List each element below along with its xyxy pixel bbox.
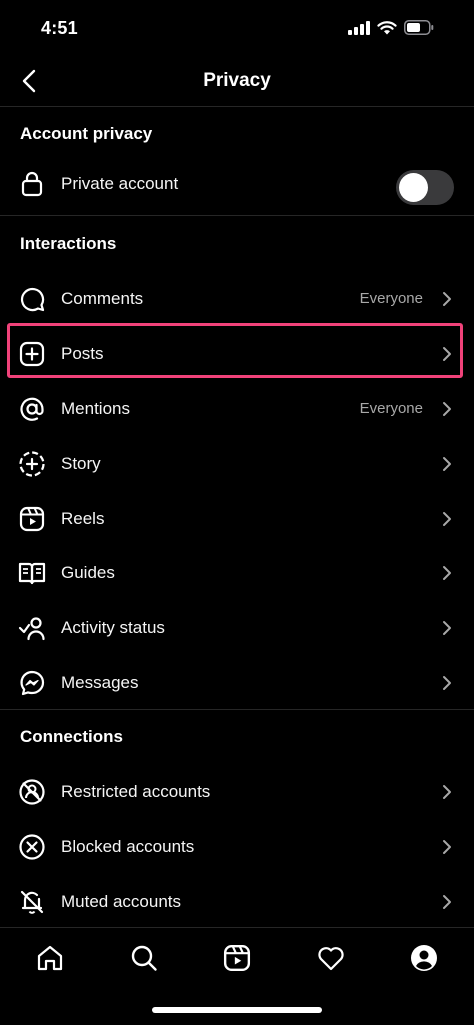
row-value: Everyone	[359, 290, 423, 307]
divider	[0, 106, 474, 107]
tab-reels[interactable]	[219, 940, 255, 976]
highlight-box	[7, 323, 463, 378]
row-label: Reels	[61, 508, 105, 528]
profile-icon	[411, 945, 437, 971]
status-time: 4:51	[41, 18, 78, 38]
chevron-right-icon	[441, 675, 453, 691]
chevron-right-icon	[441, 511, 453, 527]
battery-icon	[404, 20, 434, 35]
blocked-icon	[18, 833, 46, 861]
private-account-toggle[interactable]	[396, 170, 454, 205]
reels-icon	[18, 505, 46, 533]
row-story[interactable]: Story	[0, 436, 474, 491]
muted-icon	[18, 888, 46, 916]
wifi-icon	[377, 20, 397, 34]
row-activity-status[interactable]: Activity status	[0, 600, 474, 655]
nav-bar: Privacy	[0, 56, 474, 106]
story-icon	[18, 450, 46, 478]
reels-icon	[223, 944, 251, 972]
row-label: Messages	[61, 672, 139, 692]
messenger-icon	[18, 669, 46, 697]
status-icons	[348, 20, 434, 35]
lock-icon	[18, 170, 46, 198]
section-title-interactions: Interactions	[20, 234, 117, 253]
tab-home[interactable]	[32, 940, 68, 976]
row-label: Story	[61, 453, 101, 473]
row-muted-accounts[interactable]: Muted accounts	[0, 874, 474, 929]
chevron-right-icon	[441, 401, 453, 417]
row-restricted-accounts[interactable]: Restricted accounts	[0, 764, 474, 819]
heart-icon	[318, 947, 344, 971]
chevron-right-icon	[441, 291, 453, 307]
row-label: Activity status	[61, 617, 165, 637]
home-indicator	[152, 1007, 322, 1013]
chevron-right-icon	[441, 565, 453, 581]
row-comments[interactable]: Comments Everyone	[0, 271, 474, 326]
divider	[0, 215, 474, 216]
tab-search[interactable]	[126, 940, 162, 976]
chevron-right-icon	[441, 456, 453, 472]
chevron-right-icon	[441, 620, 453, 636]
cellular-signal-icon	[348, 20, 370, 35]
row-label: Mentions	[61, 398, 130, 418]
section-title-connections: Connections	[20, 727, 123, 746]
guides-icon	[18, 559, 46, 587]
row-label: Restricted accounts	[61, 781, 211, 801]
tab-activity[interactable]	[313, 940, 349, 976]
row-value: Everyone	[359, 400, 423, 417]
row-guides[interactable]: Guides	[0, 545, 474, 600]
row-reels[interactable]: Reels	[0, 491, 474, 546]
status-bar: 4:51	[0, 0, 474, 56]
row-label: Muted accounts	[61, 891, 182, 911]
chevron-right-icon	[441, 894, 453, 910]
comment-icon	[18, 285, 46, 313]
row-private-account: Private account	[0, 156, 474, 211]
mention-icon	[18, 395, 46, 423]
row-blocked-accounts[interactable]: Blocked accounts	[0, 819, 474, 874]
home-icon	[37, 945, 63, 971]
row-messages[interactable]: Messages	[0, 655, 474, 710]
row-label: Blocked accounts	[61, 836, 195, 856]
row-label: Comments	[61, 288, 144, 308]
toggle-knob	[399, 173, 428, 202]
chevron-right-icon	[441, 784, 453, 800]
row-label: Guides	[61, 562, 115, 582]
row-mentions[interactable]: Mentions Everyone	[0, 381, 474, 436]
activity-status-icon	[18, 614, 46, 642]
page-title: Privacy	[203, 70, 271, 91]
restricted-icon	[18, 778, 46, 806]
search-icon	[131, 945, 157, 971]
tab-profile[interactable]	[406, 940, 442, 976]
chevron-right-icon	[441, 839, 453, 855]
divider	[0, 709, 474, 710]
row-label: Private account	[61, 173, 179, 193]
section-title-account-privacy: Account privacy	[20, 124, 153, 143]
